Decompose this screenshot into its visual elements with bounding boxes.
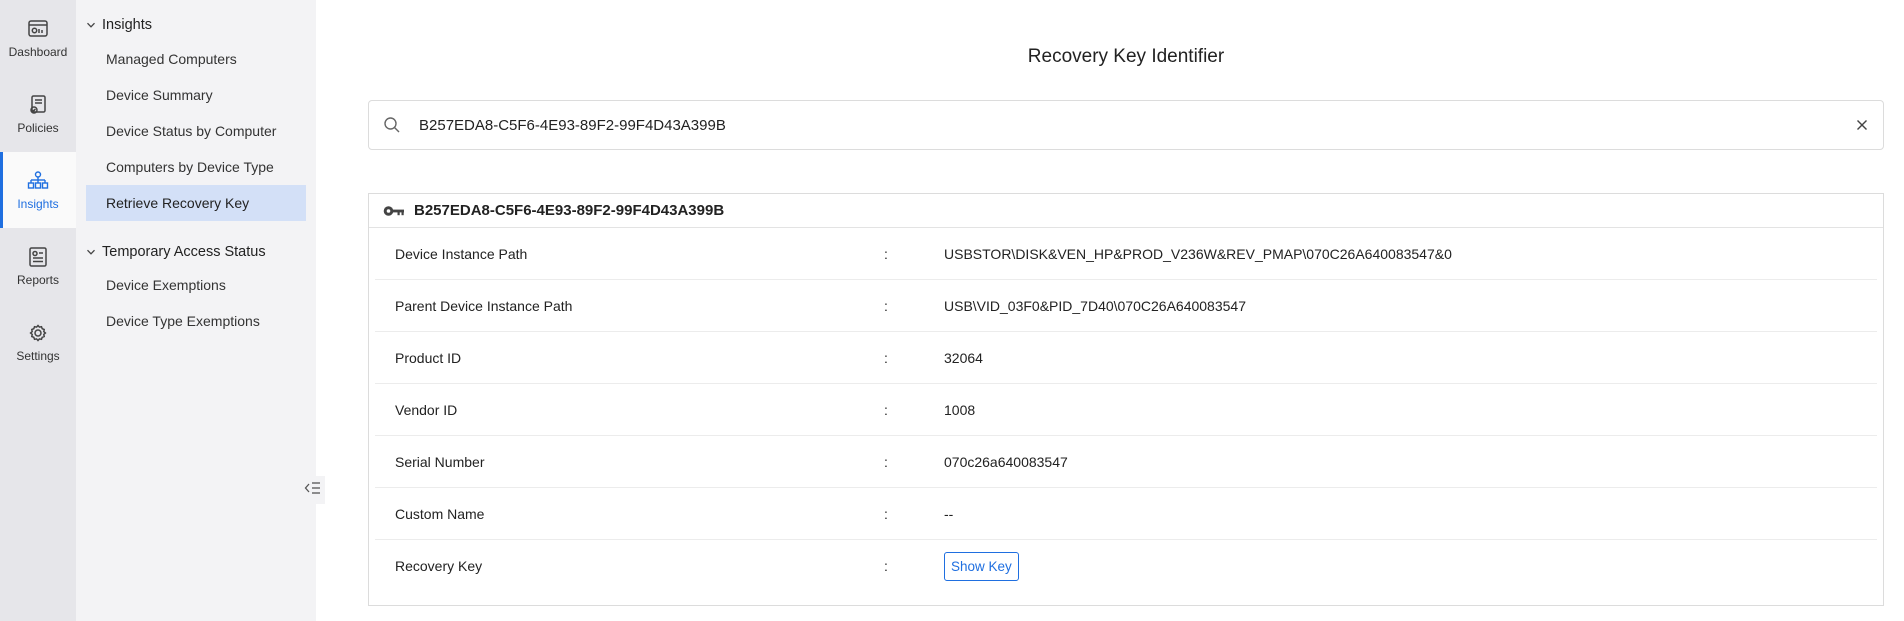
- details-list: Device Instance Path : USBSTOR\DISK&VEN_…: [375, 228, 1877, 592]
- show-key-button[interactable]: Show Key: [944, 551, 1019, 581]
- detail-separator: :: [884, 453, 888, 470]
- gear-icon: [27, 322, 49, 344]
- icon-rail: Dashboard Policies Insights Reports Sett…: [0, 0, 76, 621]
- key-icon: [383, 203, 405, 219]
- rail-label: Policies: [17, 120, 59, 135]
- dashboard-icon: [27, 18, 49, 40]
- rail-label: Dashboard: [8, 44, 68, 59]
- detail-key: Recovery Key: [395, 558, 483, 574]
- menu-item-retrieve-recovery-key[interactable]: Retrieve Recovery Key: [86, 185, 306, 221]
- detail-row-parent-device-instance-path: Parent Device Instance Path : USB\VID_03…: [375, 280, 1877, 332]
- detail-separator: :: [884, 505, 888, 522]
- menu-item-device-type-exemptions[interactable]: Device Type Exemptions: [86, 303, 306, 339]
- menu-group-temporary-access-status[interactable]: Temporary Access Status: [86, 244, 266, 260]
- detail-value: 1008: [944, 401, 976, 418]
- chevron-down-icon: [86, 247, 96, 257]
- rail-label: Insights: [17, 196, 59, 211]
- panel-header: B257EDA8-C5F6-4E93-89F2-99F4D43A399B: [369, 194, 1883, 228]
- page-title: Recovery Key Identifier: [1027, 46, 1225, 67]
- rail-label: Settings: [16, 348, 60, 363]
- detail-row-device-instance-path: Device Instance Path : USBSTOR\DISK&VEN_…: [375, 228, 1877, 280]
- search-icon: [381, 116, 403, 134]
- detail-value: --: [944, 505, 954, 522]
- policies-icon: [27, 94, 49, 116]
- detail-row-product-id: Product ID : 32064: [375, 332, 1877, 384]
- secondary-menu: Insights Managed Computers Device Summar…: [76, 0, 316, 621]
- menu-item-device-exemptions[interactable]: Device Exemptions: [86, 267, 306, 303]
- detail-key: Serial Number: [395, 453, 485, 470]
- detail-row-recovery-key: Recovery Key : Show Key: [375, 540, 1877, 592]
- rail-item-settings[interactable]: Settings: [0, 304, 76, 380]
- reports-icon: [27, 246, 49, 268]
- collapse-menu-button[interactable]: [301, 476, 325, 504]
- collapse-menu-icon: [304, 481, 322, 500]
- detail-key: Device Instance Path: [395, 245, 528, 262]
- chevron-down-icon: [86, 20, 96, 30]
- detail-separator: :: [884, 245, 888, 262]
- rail-item-insights[interactable]: Insights: [0, 152, 76, 228]
- detail-value: 32064: [944, 349, 983, 366]
- rail-item-dashboard[interactable]: Dashboard: [0, 0, 76, 76]
- detail-value: 070c26a640083547: [944, 453, 1068, 470]
- search-input[interactable]: [419, 116, 1851, 134]
- recovery-key-details-panel: B257EDA8-C5F6-4E93-89F2-99F4D43A399B Dev…: [368, 193, 1884, 606]
- insights-icon: [27, 170, 49, 192]
- detail-value: Show Key: [944, 551, 1877, 581]
- detail-key: Custom Name: [395, 505, 485, 522]
- menu-item-device-summary[interactable]: Device Summary: [86, 77, 306, 113]
- detail-separator: :: [884, 349, 888, 366]
- menu-item-managed-computers[interactable]: Managed Computers: [86, 41, 306, 77]
- menu-item-computers-by-device-type[interactable]: Computers by Device Type: [86, 149, 306, 185]
- menu-group-label: Insights: [102, 17, 152, 33]
- detail-separator: :: [884, 297, 888, 314]
- rail-item-reports[interactable]: Reports: [0, 228, 76, 304]
- detail-row-vendor-id: Vendor ID : 1008: [375, 384, 1877, 436]
- search-bar: [368, 100, 1884, 150]
- rail-label: Reports: [16, 272, 60, 287]
- close-icon[interactable]: [1851, 114, 1873, 136]
- menu-item-device-status-by-computer[interactable]: Device Status by Computer: [86, 113, 306, 149]
- detail-key: Parent Device Instance Path: [395, 297, 573, 314]
- detail-value: USB\VID_03F0&PID_7D40\070C26A640083547: [944, 297, 1246, 314]
- detail-key: Product ID: [395, 349, 462, 366]
- rail-item-policies[interactable]: Policies: [0, 76, 76, 152]
- detail-row-custom-name: Custom Name : --: [375, 488, 1877, 540]
- detail-value: USBSTOR\DISK&VEN_HP&PROD_V236W&REV_PMAP\…: [944, 245, 1452, 262]
- menu-group-insights[interactable]: Insights: [86, 17, 152, 33]
- detail-separator: :: [884, 558, 888, 574]
- detail-key: Vendor ID: [395, 401, 458, 418]
- menu-group-label: Temporary Access Status: [102, 244, 266, 260]
- detail-row-serial-number: Serial Number : 070c26a640083547: [375, 436, 1877, 488]
- detail-separator: :: [884, 401, 888, 418]
- recovery-key-identifier: B257EDA8-C5F6-4E93-89F2-99F4D43A399B: [414, 202, 725, 219]
